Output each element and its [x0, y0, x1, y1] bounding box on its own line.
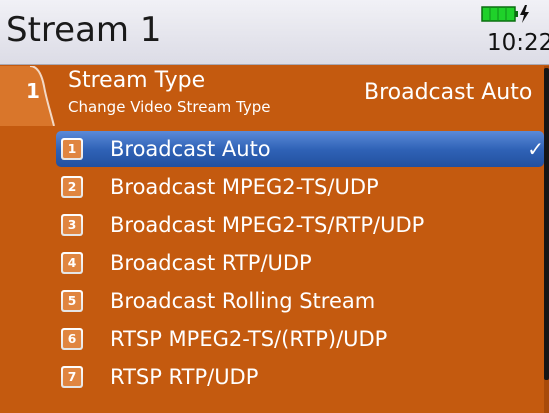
option-number-badge: 1 [61, 138, 83, 160]
option-number-badge: 3 [61, 214, 83, 236]
option-broadcast-mpeg2-ts-rtp-udp[interactable]: 3 Broadcast MPEG2-TS/RTP/UDP [56, 207, 544, 243]
option-broadcast-rtp-udp[interactable]: 4 Broadcast RTP/UDP [56, 245, 544, 281]
option-rtsp-rtp-udp[interactable]: 7 RTSP RTP/UDP [56, 359, 544, 395]
option-number-badge: 7 [61, 366, 83, 388]
option-label: Broadcast MPEG2-TS/UDP [110, 175, 379, 199]
clock: 10:22 [487, 30, 549, 56]
option-label: RTSP RTP/UDP [110, 365, 259, 389]
option-broadcast-auto[interactable]: 1 Broadcast Auto ✓ [56, 131, 544, 167]
menu-tab-number: 1 [26, 79, 40, 103]
menu-title: Stream Type [68, 68, 206, 93]
option-rtsp-mpeg2-ts-rtp-udp[interactable]: 6 RTSP MPEG2-TS/(RTP)/UDP [56, 321, 544, 357]
option-number-badge: 4 [61, 252, 83, 274]
menu-current-value: Broadcast Auto [364, 80, 533, 105]
option-broadcast-rolling-stream[interactable]: 5 Broadcast Rolling Stream [56, 283, 544, 319]
battery-charging-icon [481, 4, 531, 24]
checkmark-icon: ✓ [527, 137, 544, 161]
option-number-badge: 6 [61, 328, 83, 350]
option-label: Broadcast MPEG2-TS/RTP/UDP [110, 213, 425, 237]
option-number-badge: 2 [61, 176, 83, 198]
stream-type-options: 1 Broadcast Auto ✓ 2 Broadcast MPEG2-TS/… [0, 131, 549, 413]
scrollbar[interactable] [544, 66, 549, 413]
option-label: RTSP MPEG2-TS/(RTP)/UDP [110, 327, 388, 351]
header-bar: Stream 1 10:22 [0, 0, 549, 65]
option-label: Broadcast RTP/UDP [110, 251, 312, 275]
stream-type-menu-row[interactable]: 1 Stream Type Change Video Stream Type B… [0, 66, 549, 126]
option-number-badge: 5 [61, 290, 83, 312]
menu-subtitle: Change Video Stream Type [68, 98, 271, 116]
option-label: Broadcast Auto [110, 137, 271, 161]
option-label: Broadcast Rolling Stream [110, 289, 376, 313]
scrollbar-thumb[interactable] [544, 68, 549, 380]
page-title: Stream 1 [6, 10, 162, 50]
option-broadcast-mpeg2-ts-udp[interactable]: 2 Broadcast MPEG2-TS/UDP [56, 169, 544, 205]
